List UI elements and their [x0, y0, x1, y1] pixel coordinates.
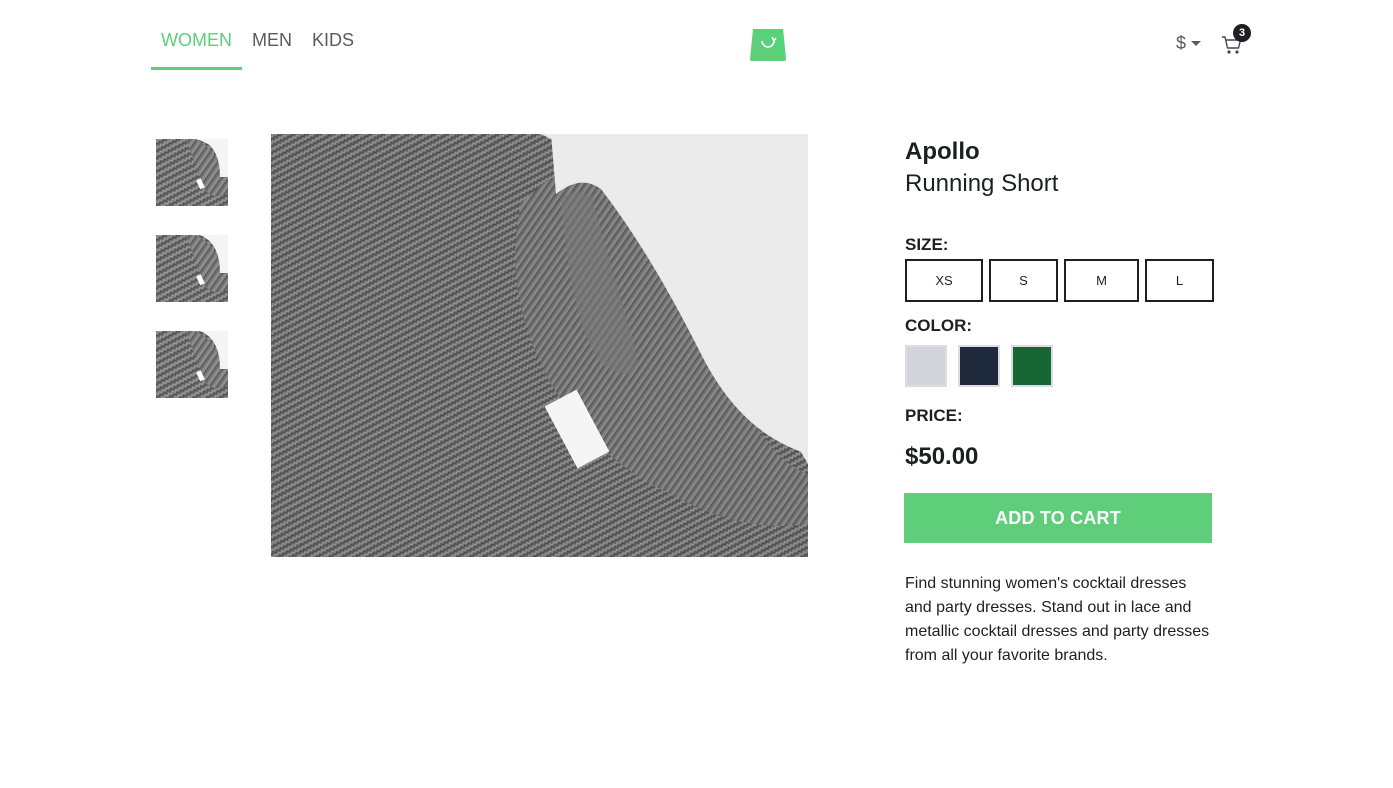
main-product-image — [271, 134, 808, 557]
color-swatch-navy[interactable] — [958, 345, 1000, 387]
size-option-l[interactable]: L — [1145, 259, 1214, 302]
size-options: XS S M L — [905, 259, 1220, 302]
cart-button[interactable]: 3 — [1221, 24, 1252, 56]
color-label: COLOR: — [905, 316, 973, 335]
size-option-xs[interactable]: XS — [905, 259, 983, 302]
nav-item-women[interactable]: WOMEN — [151, 24, 242, 70]
nav-item-men[interactable]: MEN — [242, 24, 302, 70]
product-thumbnail[interactable] — [156, 235, 228, 302]
header-actions: $ 3 — [1176, 24, 1252, 58]
currency-switcher[interactable]: $ — [1176, 28, 1202, 58]
product-brand: Apollo — [905, 138, 980, 165]
color-options — [905, 345, 1064, 387]
price-label: PRICE: — [905, 406, 963, 425]
category-nav: WOMEN MEN KIDS — [151, 24, 364, 70]
site-header: WOMEN MEN KIDS $ 3 — [0, 0, 1393, 80]
chevron-down-icon — [1191, 41, 1202, 46]
nav-item-kids[interactable]: KIDS — [302, 24, 364, 70]
product-name: Running Short — [905, 170, 1059, 197]
color-swatch-light-gray[interactable] — [905, 345, 947, 387]
currency-symbol: $ — [1176, 32, 1187, 53]
thumbnail-list — [156, 139, 228, 427]
color-swatch-green[interactable] — [1011, 345, 1053, 387]
add-to-cart-button[interactable]: ADD TO CART — [904, 493, 1212, 543]
size-option-s[interactable]: S — [989, 259, 1058, 302]
cart-count-badge: 3 — [1233, 24, 1252, 42]
shopping-bag-logo-icon[interactable] — [750, 25, 786, 61]
product-thumbnail[interactable] — [156, 139, 228, 206]
product-info: Apollo Running Short SIZE: XS S M L COLO… — [904, 136, 1215, 664]
product-thumbnail[interactable] — [156, 331, 228, 398]
size-option-m[interactable]: M — [1064, 259, 1139, 302]
product-price: $50.00 — [905, 443, 979, 470]
product-description: Find stunning women's cocktail dresses a… — [905, 575, 1210, 664]
size-label: SIZE: — [905, 235, 949, 254]
